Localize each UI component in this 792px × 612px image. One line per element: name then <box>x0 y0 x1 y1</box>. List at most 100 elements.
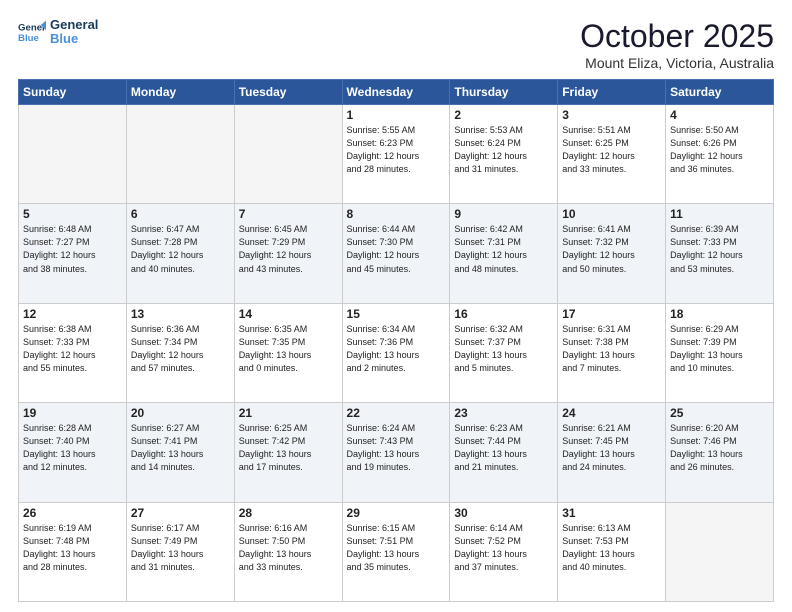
calendar-cell: 24Sunrise: 6:21 AM Sunset: 7:45 PM Dayli… <box>558 403 666 502</box>
weekday-header-row: SundayMondayTuesdayWednesdayThursdayFrid… <box>19 80 774 105</box>
day-info: Sunrise: 6:32 AM Sunset: 7:37 PM Dayligh… <box>454 323 553 375</box>
day-info: Sunrise: 6:35 AM Sunset: 7:35 PM Dayligh… <box>239 323 338 375</box>
day-number: 22 <box>347 406 446 420</box>
day-number: 8 <box>347 207 446 221</box>
day-info: Sunrise: 6:24 AM Sunset: 7:43 PM Dayligh… <box>347 422 446 474</box>
calendar-cell: 31 Sunrise: 6:13 AM Sunset: 7:53 PM Dayli… <box>558 502 666 601</box>
calendar-cell: 5 Sunrise: 6:48 AM Sunset: 7:27 PM Daylig… <box>19 204 127 303</box>
logo-general: General <box>50 18 98 32</box>
calendar-cell <box>666 502 774 601</box>
calendar-cell: 25 Sunrise: 6:20 AM Sunset: 7:46 PM Dayli… <box>666 403 774 502</box>
day-number: 17 <box>562 307 661 321</box>
calendar-cell: 21 Sunrise: 6:25 AM Sunset: 7:42 PM Dayli… <box>234 403 342 502</box>
day-info: Sunrise: 6:19 AM Sunset: 7:48 PM Dayligh… <box>23 522 122 574</box>
day-number: 1 <box>347 108 446 122</box>
calendar-cell: 23 Sunrise: 6:23 AM Sunset: 7:44 PM Dayli… <box>450 403 558 502</box>
day-info: Sunrise: 6:15 AM Sunset: 7:51 PM Dayligh… <box>347 522 446 574</box>
calendar-cell: 17Sunrise: 6:31 AM Sunset: 7:38 PM Dayli… <box>558 303 666 402</box>
weekday-header-thursday: Thursday <box>450 80 558 105</box>
calendar-cell: 8Sunrise: 6:44 AM Sunset: 7:30 PM Daylig… <box>342 204 450 303</box>
day-info: Sunrise: 6:45 AM Sunset: 7:29 PM Dayligh… <box>239 223 338 275</box>
day-info: Sunrise: 6:16 AM Sunset: 7:50 PM Dayligh… <box>239 522 338 574</box>
day-number: 25 <box>670 406 769 420</box>
calendar-cell: 9 Sunrise: 6:42 AM Sunset: 7:31 PM Daylig… <box>450 204 558 303</box>
calendar-cell: 27Sunrise: 6:17 AM Sunset: 7:49 PM Dayli… <box>126 502 234 601</box>
calendar-cell: 14 Sunrise: 6:35 AM Sunset: 7:35 PM Dayli… <box>234 303 342 402</box>
day-info: Sunrise: 6:38 AM Sunset: 7:33 PM Dayligh… <box>23 323 122 375</box>
day-number: 11 <box>670 207 769 221</box>
calendar-cell: 7Sunrise: 6:45 AM Sunset: 7:29 PM Daylig… <box>234 204 342 303</box>
calendar-cell <box>19 105 127 204</box>
calendar-cell <box>234 105 342 204</box>
calendar-cell: 12 Sunrise: 6:38 AM Sunset: 7:33 PM Dayli… <box>19 303 127 402</box>
weekday-header-friday: Friday <box>558 80 666 105</box>
calendar-cell: 10Sunrise: 6:41 AM Sunset: 7:32 PM Dayli… <box>558 204 666 303</box>
location: Mount Eliza, Victoria, Australia <box>580 55 774 71</box>
day-info: Sunrise: 6:25 AM Sunset: 7:42 PM Dayligh… <box>239 422 338 474</box>
day-number: 27 <box>131 506 230 520</box>
calendar-cell: 19Sunrise: 6:28 AM Sunset: 7:40 PM Dayli… <box>19 403 127 502</box>
day-info: Sunrise: 6:23 AM Sunset: 7:44 PM Dayligh… <box>454 422 553 474</box>
weekday-header-saturday: Saturday <box>666 80 774 105</box>
calendar-week-row: 26Sunrise: 6:19 AM Sunset: 7:48 PM Dayli… <box>19 502 774 601</box>
calendar-cell: 20Sunrise: 6:27 AM Sunset: 7:41 PM Dayli… <box>126 403 234 502</box>
day-number: 18 <box>670 307 769 321</box>
weekday-header-wednesday: Wednesday <box>342 80 450 105</box>
day-info: Sunrise: 6:42 AM Sunset: 7:31 PM Dayligh… <box>454 223 553 275</box>
day-number: 15 <box>347 307 446 321</box>
day-number: 4 <box>670 108 769 122</box>
day-number: 24 <box>562 406 661 420</box>
day-number: 12 <box>23 307 122 321</box>
day-number: 16 <box>454 307 553 321</box>
calendar-week-row: 5 Sunrise: 6:48 AM Sunset: 7:27 PM Daylig… <box>19 204 774 303</box>
calendar-cell <box>126 105 234 204</box>
svg-text:General: General <box>18 23 46 34</box>
title-block: October 2025 Mount Eliza, Victoria, Aust… <box>580 18 774 71</box>
day-info: Sunrise: 6:39 AM Sunset: 7:33 PM Dayligh… <box>670 223 769 275</box>
calendar-cell: 6 Sunrise: 6:47 AM Sunset: 7:28 PM Daylig… <box>126 204 234 303</box>
svg-text:Blue: Blue <box>18 33 39 44</box>
calendar-cell: 4 Sunrise: 5:50 AM Sunset: 6:26 PM Daylig… <box>666 105 774 204</box>
day-number: 21 <box>239 406 338 420</box>
day-info: Sunrise: 6:20 AM Sunset: 7:46 PM Dayligh… <box>670 422 769 474</box>
calendar-cell: 22 Sunrise: 6:24 AM Sunset: 7:43 PM Dayli… <box>342 403 450 502</box>
weekday-header-sunday: Sunday <box>19 80 127 105</box>
day-info: Sunrise: 6:13 AM Sunset: 7:53 PM Dayligh… <box>562 522 661 574</box>
calendar-cell: 1 Sunrise: 5:55 AM Sunset: 6:23 PM Daylig… <box>342 105 450 204</box>
day-number: 13 <box>131 307 230 321</box>
day-number: 31 <box>562 506 661 520</box>
calendar-week-row: 12 Sunrise: 6:38 AM Sunset: 7:33 PM Dayli… <box>19 303 774 402</box>
day-info: Sunrise: 6:34 AM Sunset: 7:36 PM Dayligh… <box>347 323 446 375</box>
day-number: 29 <box>347 506 446 520</box>
calendar-table: SundayMondayTuesdayWednesdayThursdayFrid… <box>18 79 774 602</box>
calendar-cell: 3Sunrise: 5:51 AM Sunset: 6:25 PM Daylig… <box>558 105 666 204</box>
calendar-cell: 18 Sunrise: 6:29 AM Sunset: 7:39 PM Dayli… <box>666 303 774 402</box>
day-info: Sunrise: 5:53 AM Sunset: 6:24 PM Dayligh… <box>454 124 553 176</box>
day-number: 28 <box>239 506 338 520</box>
day-info: Sunrise: 5:50 AM Sunset: 6:26 PM Dayligh… <box>670 124 769 176</box>
calendar-cell: 2 Sunrise: 5:53 AM Sunset: 6:24 PM Daylig… <box>450 105 558 204</box>
calendar-cell: 29 Sunrise: 6:15 AM Sunset: 7:51 PM Dayli… <box>342 502 450 601</box>
calendar-cell: 28 Sunrise: 6:16 AM Sunset: 7:50 PM Dayli… <box>234 502 342 601</box>
day-info: Sunrise: 6:27 AM Sunset: 7:41 PM Dayligh… <box>131 422 230 474</box>
page: General Blue General Blue October 2025 M… <box>0 0 792 612</box>
day-info: Sunrise: 6:28 AM Sunset: 7:40 PM Dayligh… <box>23 422 122 474</box>
day-info: Sunrise: 6:48 AM Sunset: 7:27 PM Dayligh… <box>23 223 122 275</box>
logo-icon: General Blue <box>18 18 46 46</box>
logo-blue: Blue <box>50 32 98 46</box>
calendar-cell: 15 Sunrise: 6:34 AM Sunset: 7:36 PM Dayli… <box>342 303 450 402</box>
day-number: 30 <box>454 506 553 520</box>
day-info: Sunrise: 5:55 AM Sunset: 6:23 PM Dayligh… <box>347 124 446 176</box>
day-info: Sunrise: 6:29 AM Sunset: 7:39 PM Dayligh… <box>670 323 769 375</box>
day-info: Sunrise: 5:51 AM Sunset: 6:25 PM Dayligh… <box>562 124 661 176</box>
day-number: 6 <box>131 207 230 221</box>
header: General Blue General Blue October 2025 M… <box>18 18 774 71</box>
day-number: 9 <box>454 207 553 221</box>
logo: General Blue General Blue <box>18 18 98 47</box>
day-number: 2 <box>454 108 553 122</box>
day-number: 23 <box>454 406 553 420</box>
day-number: 14 <box>239 307 338 321</box>
day-number: 5 <box>23 207 122 221</box>
day-info: Sunrise: 6:47 AM Sunset: 7:28 PM Dayligh… <box>131 223 230 275</box>
month-title: October 2025 <box>580 18 774 55</box>
